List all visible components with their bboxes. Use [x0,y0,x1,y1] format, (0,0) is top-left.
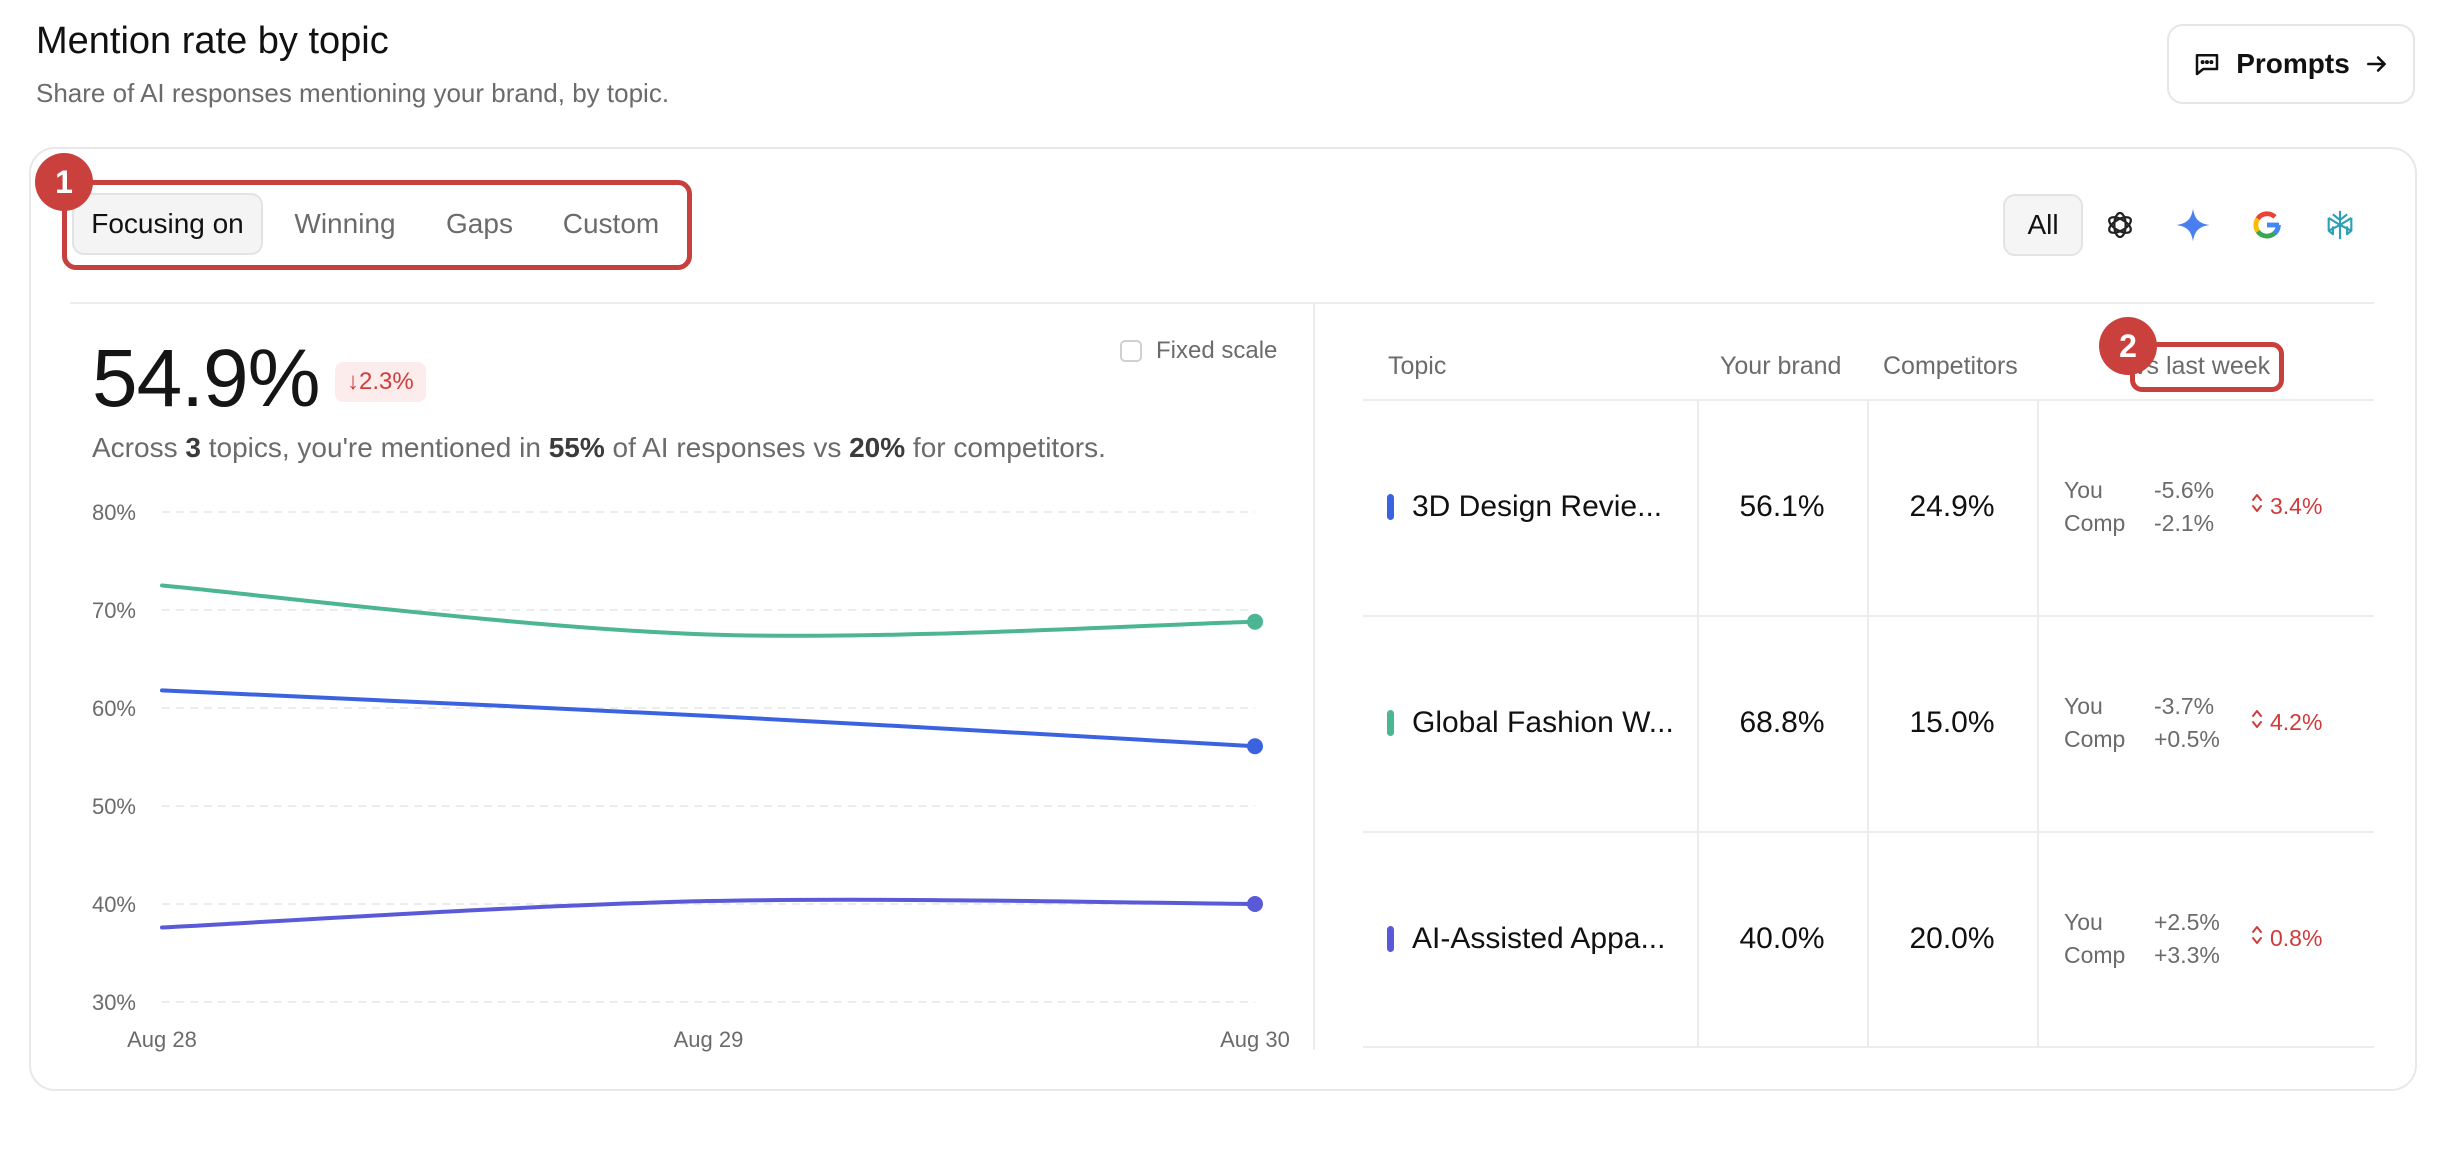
annotation-badge-2: 2 [2099,317,2157,375]
google-icon[interactable] [2247,205,2287,245]
series-line [160,688,1257,749]
overall-mention-rate: 54.9% [92,333,321,424]
gap-change-value: 3.4% [2270,492,2323,519]
column-header-competitors: Competitors [1883,352,2018,380]
gap-change-value: 4.2% [2270,708,2323,735]
brand-mention-pct: 55% [548,432,605,463]
mention-rate-line-chart: 80% 70% 60% 50% 40% 30% Aug 28 Aug 29 Aug 30 [92,500,1290,1052]
prompts-button-label: Prompts [2236,48,2350,79]
you-label: You [2064,909,2103,935]
tab-winning[interactable]: Winning [278,193,412,255]
x-tick-label: Aug 28 [127,1027,197,1052]
you-change: -5.6% [2154,477,2215,503]
you-change: +2.5% [2154,909,2220,935]
topic-name: 3D Design Revie... [1412,490,1663,523]
your-brand-value: 56.1% [1739,490,1825,523]
you-change: -3.7% [2154,693,2215,719]
row-divider [1363,1046,2374,1048]
y-tick-label: 60% [92,696,136,721]
summary-text-mid1: topics, you're mentioned in [200,432,549,463]
topic-name: Global Fashion W... [1412,706,1674,739]
tab-gaps[interactable]: Gaps [432,193,527,255]
model-filter-all[interactable]: All [2003,194,2083,256]
topic-color-marker [1387,494,1394,520]
summary-sentence: Across 3 topics, you're mentioned in 55%… [92,432,1106,464]
y-tick-label: 80% [92,500,136,525]
comp-change: +0.5% [2154,726,2220,752]
topic-color-marker [1387,926,1394,952]
chat-icon [2192,49,2222,79]
y-tick-label: 30% [92,990,136,1015]
your-brand-value: 68.8% [1739,706,1825,739]
expand-gap-icon [2250,708,2264,736]
weekly-change-breakdown: You +2.5% Comp +3.3% [2064,906,2234,972]
competitor-mention-pct: 20% [849,432,906,463]
series-endpoint [1247,896,1263,912]
prompts-button[interactable]: Prompts [2167,24,2415,104]
y-tick-label: 50% [92,794,136,819]
fixed-scale-label: Fixed scale [1156,337,1278,364]
gap-change: 4.2% [2250,708,2322,736]
arrow-right-icon [2364,51,2390,77]
column-header-topic: Topic [1388,352,1447,380]
table-row-topic[interactable]: Global Fashion W... [1387,706,1674,740]
column-divider [2037,401,2039,1046]
fixed-scale-checkbox[interactable] [1120,340,1142,362]
summary-text-prefix: Across [92,432,186,463]
summary-text-suffix: for competitors. [905,432,1106,463]
y-tick-label: 70% [92,598,136,623]
x-tick-label: Aug 30 [1220,1027,1290,1052]
table-row-topic[interactable]: AI-Assisted Appa... [1387,922,1665,956]
expand-gap-icon [2250,924,2264,952]
topic-name: AI-Assisted Appa... [1412,922,1666,955]
weekly-change-breakdown: You -3.7% Comp +0.5% [2064,690,2234,756]
weekly-change-breakdown: You -5.6% Comp -2.1% [2064,474,2234,540]
column-divider [1867,401,1869,1046]
series-endpoint [1247,613,1263,630]
competitors-value: 15.0% [1909,706,1995,739]
comp-label: Comp [2064,510,2126,536]
series-endpoint [1247,738,1263,755]
gap-change: 0.8% [2250,924,2322,952]
competitors-value: 20.0% [1909,922,1995,955]
page-subtitle: Share of AI responses mentioning your br… [36,78,670,108]
panel-divider [1313,304,1315,1050]
table-row-topic[interactable]: 3D Design Revie... [1387,490,1662,524]
comp-change: -2.1% [2154,510,2215,536]
you-label: You [2064,693,2103,719]
comp-change: +3.3% [2154,942,2220,968]
page-title: Mention rate by topic [36,20,389,62]
summary-text-mid2: of AI responses vs [604,432,850,463]
you-label: You [2064,477,2103,503]
gemini-icon[interactable] [2173,205,2213,245]
tab-focusing-on[interactable]: Focusing on [72,193,263,255]
your-brand-value: 40.0% [1739,922,1825,955]
gap-change: 3.4% [2250,492,2322,520]
fixed-scale-toggle[interactable]: Fixed scale [1120,337,1277,365]
tab-custom[interactable]: Custom [545,193,677,255]
y-tick-label: 40% [92,892,136,917]
x-tick-label: Aug 29 [674,1027,744,1052]
column-divider [1697,401,1699,1046]
annotation-badge-1: 1 [35,153,93,211]
gap-change-value: 0.8% [2270,924,2323,951]
comp-label: Comp [2064,942,2126,968]
comp-label: Comp [2064,726,2126,752]
topic-color-marker [1387,710,1394,736]
mention-rate-delta-badge: ↓2.3% [335,362,426,402]
expand-gap-icon [2250,492,2264,520]
competitors-value: 24.9% [1909,490,1995,523]
perplexity-icon[interactable] [2320,205,2360,245]
topics-count: 3 [185,432,201,463]
column-header-your-brand: Your brand [1720,352,1842,380]
chatgpt-icon[interactable] [2100,205,2140,245]
card-divider [70,302,2374,304]
